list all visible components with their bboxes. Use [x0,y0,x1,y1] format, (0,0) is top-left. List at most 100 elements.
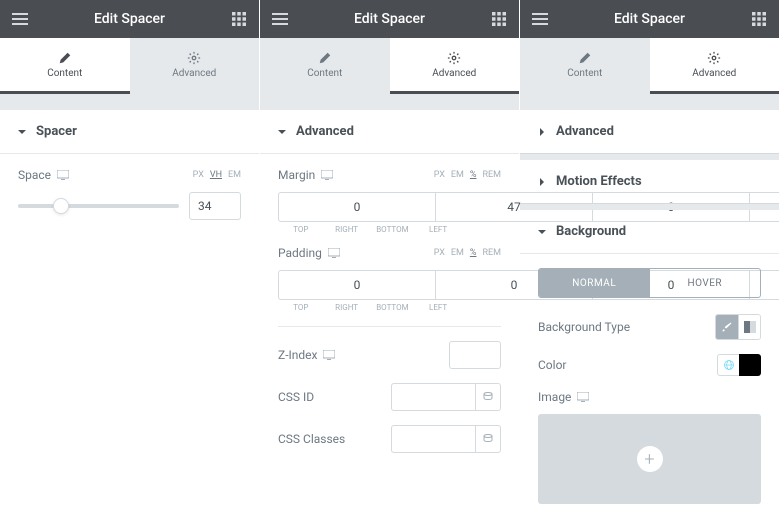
tab-advanced[interactable]: Advanced [130,38,260,94]
section-title: Advanced [296,124,354,139]
unit-rem[interactable]: REM [482,170,501,180]
section-title: Motion Effects [556,174,642,189]
tab-content[interactable]: Content [260,38,390,94]
caret-down-icon [278,128,286,136]
dim-left: LEFT [415,225,461,234]
section-title: Spacer [36,124,77,139]
database-icon [483,392,493,402]
unit-selector[interactable]: PX VH EM [193,170,241,180]
panel-title: Edit Spacer [550,11,749,27]
dynamic-button[interactable] [475,383,501,411]
toggle-normal[interactable]: NORMAL [539,269,650,297]
unit-rem[interactable]: REM [482,248,501,258]
desktop-icon[interactable] [57,170,69,180]
zindex-label: Z-Index [278,348,317,362]
tab-label: Content [567,68,602,79]
pencil-icon [58,51,72,65]
tab-content[interactable]: Content [0,38,130,94]
bgtype-gradient[interactable] [738,315,760,339]
color-label: Color [538,358,566,372]
space-label: Space [18,168,51,182]
grid-icon[interactable] [489,9,509,29]
unit-selector[interactable]: PX EM % REM [434,170,501,180]
dim-bottom: BOTTOM [370,303,416,312]
unit-px[interactable]: PX [434,170,445,180]
section-spacer[interactable]: Spacer [0,110,259,154]
globe-icon [723,359,735,371]
bgtype-label: Background Type [538,320,630,334]
dim-right: RIGHT [324,225,370,234]
unit-px[interactable]: PX [193,170,204,180]
menu-icon[interactable] [530,9,550,29]
padding-top[interactable] [278,270,435,300]
bgtype-classic[interactable] [716,315,738,339]
caret-right-icon [538,178,546,186]
color-swatch[interactable] [739,354,761,376]
desktop-icon[interactable] [577,392,589,402]
desktop-icon[interactable] [323,350,335,360]
slider-thumb[interactable] [53,198,69,214]
gear-icon [187,51,201,65]
cssclasses-label: CSS Classes [278,432,345,446]
dim-right: RIGHT [324,303,370,312]
tab-label: Content [47,68,82,79]
unit-em[interactable]: EM [228,170,241,180]
dim-left: LEFT [415,303,461,312]
space-input[interactable] [189,192,241,220]
tab-content[interactable]: Content [520,38,650,94]
brush-icon [721,321,733,333]
space-slider[interactable] [18,204,179,208]
unit-pct[interactable]: % [470,248,477,258]
section-background[interactable]: Background [520,210,779,254]
panel-title: Edit Spacer [290,11,489,27]
caret-down-icon [538,228,546,236]
database-icon [483,434,493,444]
section-title: Advanced [556,124,614,139]
plus-icon: + [637,446,663,472]
gradient-icon [744,321,756,333]
section-advanced[interactable]: Advanced [260,110,519,154]
dim-top: TOP [278,303,324,312]
unit-vh[interactable]: VH [210,170,222,180]
tab-label: Advanced [432,68,476,79]
tab-label: Advanced [172,68,216,79]
toggle-hover[interactable]: HOVER [650,269,761,297]
cssid-label: CSS ID [278,390,314,404]
unit-em[interactable]: EM [451,170,464,180]
desktop-icon[interactable] [321,170,333,180]
desktop-icon[interactable] [328,248,340,258]
cssclasses-input[interactable] [391,425,475,453]
panel-title: Edit Spacer [30,11,229,27]
dynamic-button[interactable] [475,425,501,453]
padding-label: Padding [278,246,322,260]
menu-icon[interactable] [10,9,30,29]
image-label: Image [538,390,571,404]
section-advanced[interactable]: Advanced [520,110,779,154]
pencil-icon [318,51,332,65]
pencil-icon [578,51,592,65]
grid-icon[interactable] [749,9,769,29]
menu-icon[interactable] [270,9,290,29]
tab-label: Content [307,68,342,79]
caret-right-icon [538,128,546,136]
gear-icon [447,51,461,65]
tab-advanced[interactable]: Advanced [390,38,520,94]
unit-pct[interactable]: % [470,170,477,180]
image-dropzone[interactable]: + [538,414,761,504]
margin-label: Margin [278,168,315,182]
margin-top[interactable] [278,192,435,222]
unit-em[interactable]: EM [451,248,464,258]
gear-icon [707,51,721,65]
section-motion[interactable]: Motion Effects [520,160,779,204]
unit-px[interactable]: PX [434,248,445,258]
cssid-input[interactable] [391,383,475,411]
dim-top: TOP [278,225,324,234]
caret-down-icon [18,128,26,136]
tab-label: Advanced [692,68,736,79]
grid-icon[interactable] [229,9,249,29]
unit-selector[interactable]: PX EM % REM [434,248,501,258]
dim-bottom: BOTTOM [370,225,416,234]
zindex-input[interactable] [449,341,501,369]
global-color-button[interactable] [717,354,739,376]
tab-advanced[interactable]: Advanced [650,38,780,94]
